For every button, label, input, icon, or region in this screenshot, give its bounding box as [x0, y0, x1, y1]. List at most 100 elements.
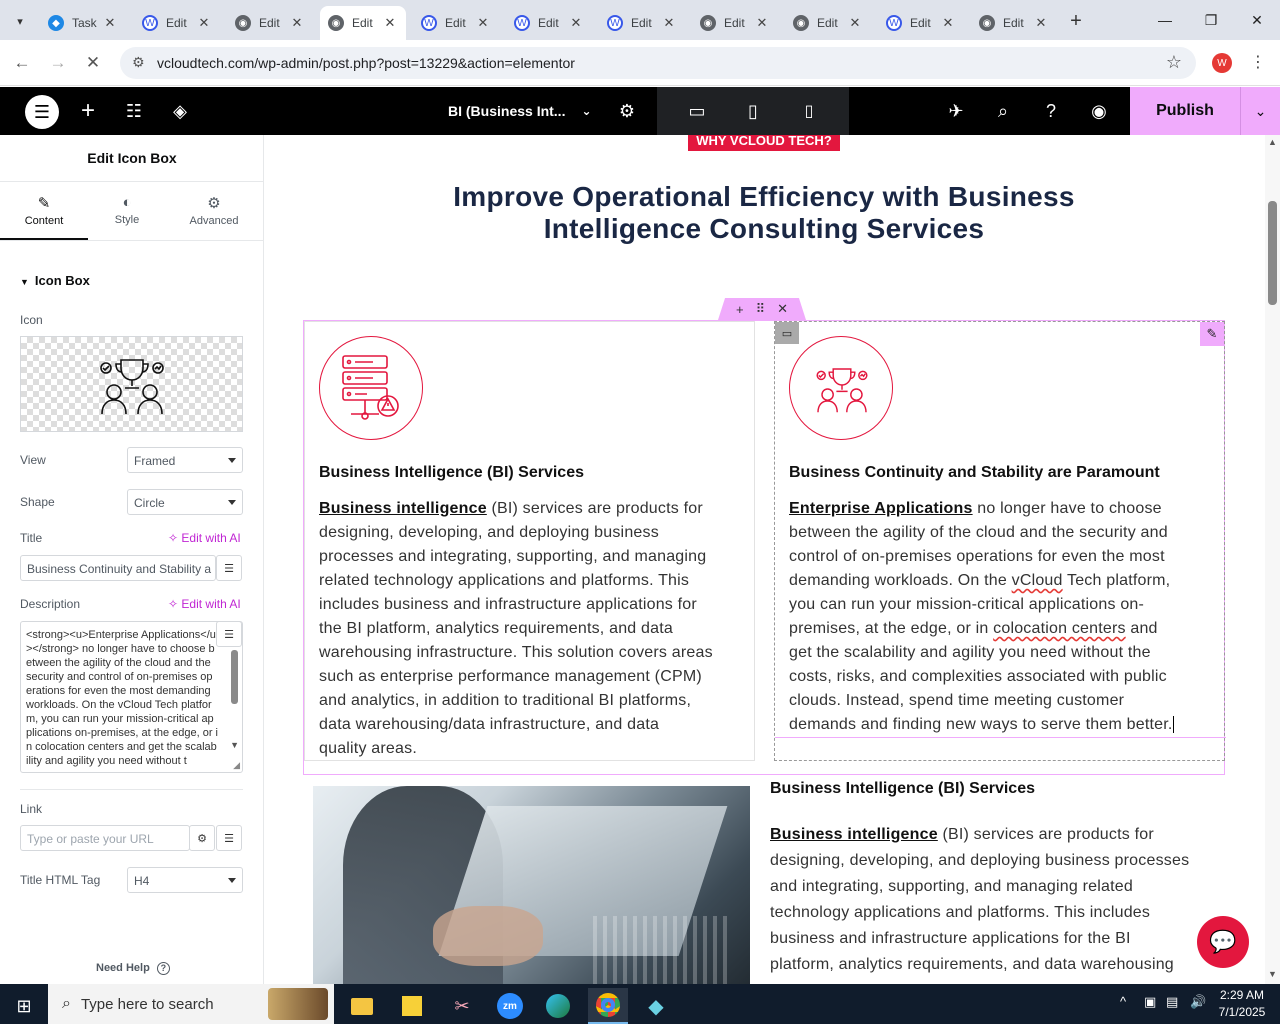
dynamic-tags-database-icon[interactable]: ☰: [216, 555, 242, 581]
view-select[interactable]: Framed: [127, 447, 243, 473]
elementor-logo-icon[interactable]: ☰: [25, 95, 59, 129]
title-input[interactable]: Business Continuity and Stability a: [20, 555, 216, 581]
scroll-up-arrow-icon[interactable]: ▲: [1268, 137, 1277, 147]
icon-picker-preview[interactable]: [20, 336, 243, 432]
chat-bubble-button[interactable]: 💬: [1197, 916, 1249, 968]
tab-search-button[interactable]: ▾: [6, 7, 34, 35]
browser-tab[interactable]: W Edit ✕: [506, 6, 592, 40]
close-tab-icon[interactable]: ✕: [1033, 15, 1049, 31]
title-edit-with-ai-link[interactable]: ✧ Edit with AI: [168, 531, 241, 545]
preview-eye-icon[interactable]: ◉: [1084, 87, 1114, 135]
widget-handle-icon[interactable]: ▭: [775, 322, 799, 344]
tab-style[interactable]: ◐ Style: [88, 182, 166, 240]
clock[interactable]: 2:29 AM 7/1/2025: [1216, 987, 1268, 1021]
browser-tab[interactable]: W Edit ✕: [599, 6, 685, 40]
tab-advanced[interactable]: ⚙ Advanced: [170, 182, 258, 240]
volume-tray-icon[interactable]: 🔊: [1190, 994, 1206, 1010]
mobile-device-icon[interactable]: ▯: [794, 87, 824, 135]
tab-advanced-label: Advanced: [189, 215, 239, 227]
close-tab-icon[interactable]: ✕: [568, 15, 584, 31]
site-favicon-icon: ◉: [979, 15, 995, 31]
back-arrow-icon[interactable]: ←: [9, 50, 35, 76]
close-tab-icon[interactable]: ✕: [661, 15, 677, 31]
edit-widget-pencil-icon[interactable]: ✎: [1200, 322, 1224, 346]
page-settings-gear-icon[interactable]: ⚙: [612, 87, 642, 135]
close-tab-icon[interactable]: ✕: [940, 15, 956, 31]
need-help-link[interactable]: Need Help ?: [96, 962, 170, 975]
stop-loading-icon[interactable]: ✕: [80, 50, 106, 76]
app-diamond-icon[interactable]: ◆: [636, 988, 676, 1024]
textarea-scrollbar[interactable]: [231, 650, 238, 704]
browser-tab[interactable]: W Edit ✕: [878, 6, 964, 40]
profile-avatar[interactable]: W: [1212, 53, 1232, 73]
structure-layers-icon[interactable]: ◈: [166, 87, 194, 135]
scroll-down-arrow-icon[interactable]: ▼: [230, 740, 239, 750]
tab-content[interactable]: ✎ Content: [0, 182, 88, 240]
add-element-icon[interactable]: +: [74, 87, 102, 135]
file-explorer-icon[interactable]: [342, 988, 382, 1024]
chrome-browser-icon[interactable]: [588, 988, 628, 1024]
new-tab-button[interactable]: +: [1062, 7, 1090, 35]
minimize-button[interactable]: —: [1142, 0, 1188, 40]
link-url-input[interactable]: Type or paste your URL: [20, 825, 190, 851]
dynamic-tags-database-icon[interactable]: ☰: [216, 825, 242, 851]
network-tray-icon[interactable]: ▣: [1144, 994, 1156, 1010]
browser-tab-active[interactable]: ◉ Edit ✕: [320, 6, 406, 40]
description-textarea[interactable]: <strong><u>Enterprise Applications</u></…: [20, 621, 243, 773]
address-bar[interactable]: ⚙ vcloudtech.com/wp-admin/post.php?post=…: [120, 47, 1196, 79]
zoom-app-icon[interactable]: zm: [490, 988, 530, 1024]
scroll-down-arrow-icon[interactable]: ▼: [1268, 969, 1277, 979]
dynamic-tags-database-icon[interactable]: ☰: [216, 621, 242, 647]
icon-box-bi-services[interactable]: Business Intelligence (BI) Services Busi…: [304, 321, 755, 761]
title-html-tag-select[interactable]: H4: [127, 867, 243, 893]
snipping-tool-icon[interactable]: ✂: [442, 988, 482, 1024]
show-hidden-icons-chevron-icon[interactable]: ^: [1120, 994, 1126, 1009]
browser-tab[interactable]: ◉ Edit ✕: [227, 6, 313, 40]
canvas-scrollbar-thumb[interactable]: [1268, 201, 1277, 305]
help-icon[interactable]: ?: [1036, 87, 1066, 135]
close-tab-icon[interactable]: ✕: [847, 15, 863, 31]
bookmark-star-icon[interactable]: ☆: [1166, 52, 1182, 73]
resize-handle-icon[interactable]: ◢: [233, 760, 240, 771]
tablet-device-icon[interactable]: ▯: [738, 87, 768, 135]
document-title-dropdown[interactable]: BI (Business Int... ⌄: [432, 87, 608, 135]
browser-tab[interactable]: ◉ Edit ✕: [971, 6, 1057, 40]
wifi-tray-icon[interactable]: ▤: [1166, 994, 1178, 1010]
notes-rocket-icon[interactable]: ✈: [941, 87, 971, 135]
section-toggle-icon-box[interactable]: ▼ Icon Box: [20, 273, 90, 288]
sticky-notes-icon[interactable]: [392, 988, 432, 1024]
url-text[interactable]: vcloudtech.com/wp-admin/post.php?post=13…: [157, 55, 575, 71]
forward-arrow-icon[interactable]: →: [45, 50, 71, 76]
browser-tab[interactable]: W Edit ✕: [134, 6, 220, 40]
browser-menu-icon[interactable]: ⋮: [1250, 52, 1266, 72]
desktop-device-icon[interactable]: ▭: [682, 87, 712, 135]
browser-tab[interactable]: ◉ Edit ✕: [692, 6, 778, 40]
close-tab-icon[interactable]: ✕: [196, 15, 212, 31]
drag-handle-icon[interactable]: ⠿: [756, 301, 766, 317]
browser-tab[interactable]: ◉ Edit ✕: [785, 6, 871, 40]
taskbar-search-box[interactable]: ⌕ Type here to search: [48, 984, 334, 1024]
shape-select[interactable]: Circle: [127, 489, 243, 515]
site-settings-icon[interactable]: ☷: [120, 87, 148, 135]
close-tab-icon[interactable]: ✕: [289, 15, 305, 31]
description-edit-with-ai-link[interactable]: ✧ Edit with AI: [168, 597, 241, 611]
browser-tab[interactable]: W Edit ✕: [413, 6, 499, 40]
icon-box-description[interactable]: Enterprise Applications no longer have t…: [789, 497, 1225, 737]
close-tab-icon[interactable]: ✕: [382, 15, 398, 31]
close-tab-icon[interactable]: ✕: [102, 15, 118, 31]
link-options-gear-icon[interactable]: ⚙: [189, 825, 215, 851]
publish-button[interactable]: Publish: [1130, 87, 1240, 135]
close-window-button[interactable]: ✕: [1234, 0, 1280, 40]
icon-box-business-continuity[interactable]: ▭ ✎ Business Continuity and Stability ar…: [774, 321, 1226, 761]
search-icon[interactable]: ⌕: [988, 87, 1018, 135]
add-container-icon[interactable]: +: [736, 302, 744, 317]
browser-tab[interactable]: ◆ Task ✕: [40, 6, 126, 40]
restore-button[interactable]: ❐: [1188, 0, 1234, 40]
site-info-icon[interactable]: ⚙: [132, 54, 145, 71]
edge-browser-icon[interactable]: [538, 988, 578, 1024]
close-tab-icon[interactable]: ✕: [754, 15, 770, 31]
delete-container-icon[interactable]: ✕: [777, 301, 788, 317]
close-tab-icon[interactable]: ✕: [475, 15, 491, 31]
windows-start-icon[interactable]: ⊞: [4, 988, 44, 1024]
publish-options-chevron-icon[interactable]: ⌄: [1240, 87, 1280, 135]
